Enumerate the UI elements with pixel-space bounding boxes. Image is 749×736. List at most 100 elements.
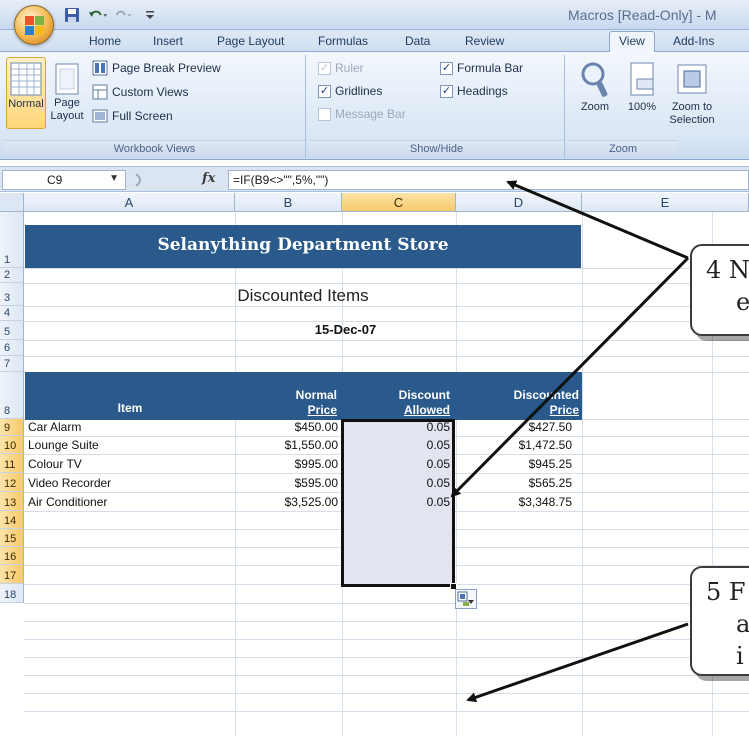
discount-cell[interactable]: 0.05 [342,493,450,511]
column-header-c[interactable]: C [342,193,456,212]
row-header[interactable]: 8 [0,372,24,419]
auto-fill-options-button[interactable] [455,589,477,609]
price-cell[interactable]: $1,550.00 [235,436,338,454]
customize-toolbar-icon[interactable] [140,5,160,25]
tab-review[interactable]: Review [465,34,504,48]
select-all-corner[interactable] [0,193,24,212]
ribbon-tabs: Home Insert Page Layout Formulas Data Re… [0,30,749,53]
tab-data[interactable]: Data [405,34,430,48]
discount-cell[interactable]: 0.05 [342,455,450,473]
window-title: Macros [Read-Only] - M [568,7,717,23]
item-cell[interactable]: Video Recorder [28,474,111,492]
quick-access-toolbar [62,4,160,26]
tab-insert[interactable]: Insert [153,34,183,48]
custom-views-button[interactable]: Custom Views [92,84,188,100]
price-cell[interactable]: $995.00 [235,455,338,473]
row-header[interactable]: 4 [0,306,24,321]
step-5-line-1: 5 F [706,578,746,606]
item-header: Item [25,372,235,420]
item-header-label: Item [117,401,143,415]
insert-function-icon[interactable]: fx [202,171,215,186]
name-box[interactable]: C9 ▼ [2,170,126,190]
discount-cell[interactable]: 0.05 [342,436,450,454]
discounted-cell[interactable]: $427.50 [456,418,572,436]
tab-add-ins[interactable]: Add-Ins [673,34,714,48]
discount-cell[interactable]: 0.05 [342,474,450,492]
headings-check-icon: ✓ [440,84,453,98]
show-hide-label: Show/Hide [309,140,564,155]
chevron-down-icon[interactable]: ▼ [109,173,119,184]
step-4-line-2: e [736,288,749,316]
ruler-check-icon: ✓ [318,61,331,75]
row-header[interactable]: 16 [0,547,24,565]
zoom-to-selection-button[interactable]: Zoom to Selection [666,61,718,127]
formula-bar-label: Formula Bar [457,61,524,75]
splitter-grip-icon[interactable] [132,170,146,190]
discount-header-line1: Discount [398,388,450,402]
page-break-preview-button[interactable]: Page Break Preview [92,60,221,76]
formula-bar-checkbox[interactable]: ✓ Formula Bar [440,61,523,75]
page-break-preview-label: Page Break Preview [112,61,221,75]
undo-icon[interactable] [88,5,108,25]
gridlines-label: Gridlines [335,84,383,98]
workbook-views-label: Workbook Views [4,140,305,155]
redo-icon[interactable] [114,5,134,25]
discount-cell[interactable]: 0.05 [342,418,450,436]
page-break-preview-icon [92,60,108,76]
row-header[interactable]: 5 [0,321,24,340]
page-layout-view-button[interactable]: Page Layout [49,63,85,123]
discounted-cell[interactable]: $3,348.75 [456,493,572,511]
discounted-cell[interactable]: $1,472.50 [456,436,572,454]
discounted-cell[interactable]: $945.25 [456,455,572,473]
worksheet-grid[interactable]: A B C D E 1 2 3 4 5 6 7 8 9 10 11 12 13 … [0,193,749,736]
gridlines-checkbox[interactable]: ✓ Gridlines [318,84,382,98]
row-header[interactable]: 15 [0,529,24,547]
discount-header: Discount Allowed [342,372,456,420]
tab-formulas[interactable]: Formulas [318,34,368,48]
headings-checkbox[interactable]: ✓ Headings [440,84,508,98]
discounted-cell[interactable]: $565.25 [456,474,572,492]
save-icon[interactable] [62,5,82,25]
row-header[interactable]: 11 [0,454,24,473]
formula-input[interactable]: =IF(B9<>"",5%,"") [228,170,749,190]
item-cell[interactable]: Colour TV [28,455,82,473]
row-header[interactable]: 6 [0,340,24,356]
formula-bar: C9 ▼ fx =IF(B9<>"",5%,"") [0,166,749,192]
office-button[interactable] [14,5,54,45]
tab-page-layout[interactable]: Page Layout [217,34,284,48]
item-cell[interactable]: Lounge Suite [28,436,99,454]
zoom-button[interactable]: Zoom [574,61,616,114]
discounted-price-header-line1: Discounted [513,388,579,402]
item-cell[interactable]: Air Conditioner [28,493,107,511]
row-header[interactable]: 18 [0,584,24,603]
normal-view-button[interactable]: Normal [6,57,46,129]
full-screen-icon [92,109,108,123]
zoom-100-button[interactable]: 100% [622,61,662,114]
row-header[interactable]: 3 [0,283,24,306]
price-cell[interactable]: $595.00 [235,474,338,492]
title-bar: Macros [Read-Only] - M [0,0,749,30]
item-cell[interactable]: Car Alarm [28,418,81,436]
ruler-checkbox: ✓ Ruler [318,61,364,75]
message-bar-checkbox: Message Bar [318,107,406,121]
zoom-to-selection-label-1: Zoom to [671,101,713,113]
row-header[interactable]: 9 [0,419,24,436]
report-date: 15-Dec-07 [314,322,377,337]
full-screen-button[interactable]: Full Screen [92,108,173,124]
tab-home[interactable]: Home [89,34,121,48]
row-header[interactable]: 2 [0,268,24,283]
row-header[interactable]: 14 [0,511,24,529]
row-header[interactable]: 1 [0,212,24,268]
price-cell[interactable]: $3,525.00 [235,493,338,511]
column-header-b[interactable]: B [235,193,342,212]
column-header-a[interactable]: A [24,193,235,212]
row-header[interactable]: 17 [0,565,24,584]
row-header[interactable]: 13 [0,492,24,511]
row-header[interactable]: 7 [0,356,24,372]
column-header-e[interactable]: E [582,193,749,212]
row-header[interactable]: 12 [0,473,24,492]
column-header-d[interactable]: D [456,193,582,212]
row-header[interactable]: 10 [0,436,24,454]
price-cell[interactable]: $450.00 [235,418,338,436]
tab-view[interactable]: View [609,31,655,53]
